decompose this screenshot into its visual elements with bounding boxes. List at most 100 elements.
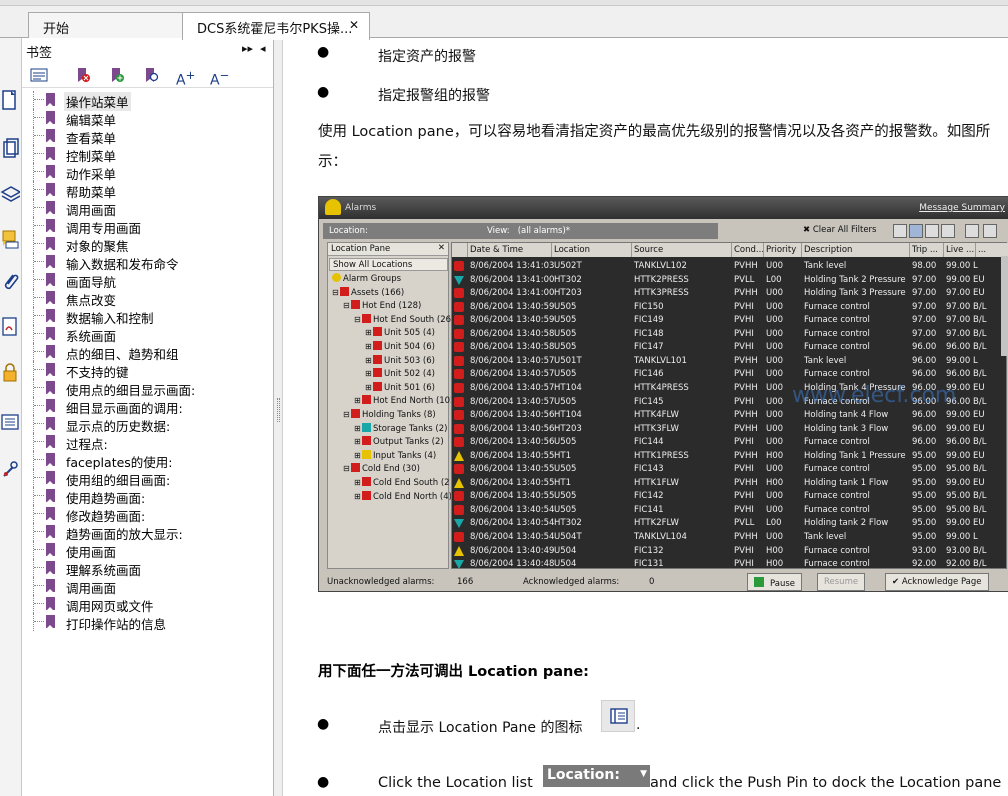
bookmark-item[interactable]: 控制菜单 — [22, 145, 274, 164]
add-bookmark-icon[interactable] — [108, 66, 126, 84]
lock-icon[interactable] — [0, 360, 20, 386]
bookmark-item[interactable]: 打印操作站的信息 — [22, 613, 274, 632]
alarm-cell: 93.00 B/L — [946, 545, 987, 556]
splitter-grip[interactable] — [277, 398, 280, 422]
tree-node: ⊞ Unit 504 (6) — [365, 341, 435, 353]
bookmark-item[interactable]: 理解系统画面 — [22, 559, 274, 578]
bookmark-item[interactable]: 编辑菜单 — [22, 109, 274, 128]
alarm-row: 8/06/2004 13:40:56 U505 FIC144 PVHI U00 Furna… — [452, 435, 1008, 449]
alarm-cell: 96.00 — [912, 437, 937, 448]
column-header: Cond... — [734, 245, 765, 255]
alarm-cell: HTTK1FLW — [634, 477, 679, 488]
bookmark-item[interactable]: 调用网页或文件 — [22, 595, 274, 614]
bell-icon — [325, 199, 341, 215]
tree-node-label: Cold End North (4) — [373, 491, 452, 502]
bookmark-item[interactable]: 动作采单 — [22, 163, 274, 182]
form-fields-icon[interactable] — [0, 410, 20, 436]
expander-icon: ⊞ — [354, 437, 361, 447]
alarm-cell: Holding tank 3 Flow — [804, 423, 889, 434]
bookmark-flag-icon — [46, 525, 55, 539]
alarm-cell: 98.00 — [912, 261, 937, 271]
bookmark-item[interactable]: 对象的聚焦 — [22, 235, 274, 254]
bookmark-item[interactable]: 使用趋势画面: — [22, 487, 274, 506]
tab-document[interactable]: DCS系统霍尼韦尔PKS操... ✕ — [182, 12, 370, 40]
alarm-row: 8/06/2004 13:41:00 HT302 HTTK2PRESS PVLL L00… — [452, 273, 1008, 287]
pages-icon[interactable] — [0, 136, 20, 162]
bookmark-item[interactable]: 不支持的键 — [22, 361, 274, 380]
alarm-cell: FIC148 — [634, 328, 664, 339]
bookmark-item[interactable]: faceplates的使用: — [22, 451, 274, 470]
page-thumbnail-icon[interactable] — [0, 88, 20, 114]
scrollbar-thumb[interactable] — [1001, 256, 1008, 356]
bookmarks-header: 书签 ▸▸ ◂ — [22, 38, 273, 62]
delete-bookmark-icon[interactable] — [74, 66, 92, 84]
expand-panel-icon[interactable]: ▸▸ — [242, 42, 253, 55]
tab-start[interactable]: 开始 — [28, 12, 188, 39]
bookmark-item[interactable]: 使用画面 — [22, 541, 274, 560]
bookmark-item[interactable]: 输入数据和发布命令 — [22, 253, 274, 272]
bookmark-item[interactable]: 系统画面 — [22, 325, 274, 344]
bookmark-item[interactable]: 操作站菜单 — [22, 91, 274, 111]
close-tab-icon[interactable]: ✕ — [349, 18, 359, 32]
column-header: Location — [554, 245, 590, 255]
alarm-cell: Furnace control — [804, 369, 870, 380]
top-menu-strip — [0, 0, 1008, 6]
tools-icon[interactable] — [0, 456, 20, 482]
alarm-cell: Holding tank 4 Flow — [804, 410, 889, 421]
bookmark-item[interactable]: 数据输入和控制 — [22, 307, 274, 326]
panel-splitter[interactable] — [274, 38, 283, 796]
bookmark-item[interactable]: 使用组的细目画面: — [22, 469, 274, 488]
find-bookmark-icon[interactable] — [142, 66, 160, 84]
view-label: View: (all alarms)* — [487, 226, 571, 236]
alarm-cell: 97.00 — [912, 328, 937, 339]
expander-icon: ⊞ — [365, 355, 372, 365]
tree-node: ⊟ Holding Tanks (8) — [343, 409, 436, 421]
bookmark-item[interactable]: 调用画面 — [22, 577, 274, 596]
shrink-text-icon[interactable]: A− — [210, 66, 229, 89]
alarm-cell: 8/06/2004 13:40:57 — [470, 369, 555, 380]
alarm-state-icon — [362, 490, 371, 500]
alarm-cell: U00 — [766, 342, 784, 353]
bookmark-item[interactable]: 显示点的历史数据: — [22, 415, 274, 434]
enlarge-text-icon[interactable]: A+ — [176, 66, 195, 89]
tree-node-label: Unit 502 (4) — [384, 369, 435, 380]
alarm-cell: U505 — [554, 342, 577, 353]
layers-icon[interactable] — [0, 180, 20, 206]
bookmark-item[interactable]: 帮助菜单 — [22, 181, 274, 200]
expander-icon: ⊞ — [354, 423, 361, 433]
alarm-cell: HT1 — [554, 450, 571, 461]
vertical-scrollbar[interactable] — [1001, 56, 1008, 736]
bookmark-item[interactable]: 趋势画面的放大显示: — [22, 523, 274, 542]
alarm-cell: PVHI — [734, 545, 754, 556]
attachment-icon[interactable] — [0, 270, 20, 296]
bookmark-item[interactable]: 查看菜单 — [22, 127, 274, 146]
bookmark-item[interactable]: 调用专用画面 — [22, 217, 274, 236]
alarm-cell: 95.00 B/L — [946, 464, 987, 475]
bookmark-options-icon[interactable] — [30, 66, 48, 84]
bookmark-item[interactable]: 画面导航 — [22, 271, 274, 290]
alarm-cell: U505 — [554, 328, 577, 339]
clear-filters-label: ✖ Clear All Filters — [803, 225, 877, 235]
bookmark-item[interactable]: 焦点改变 — [22, 289, 274, 308]
comments-icon[interactable] — [0, 226, 20, 252]
expander-icon: ⊞ — [365, 382, 372, 392]
alarm-cell: 97.00 — [912, 288, 937, 299]
alarm-urgent-icon — [454, 491, 464, 502]
bookmark-item[interactable]: 点的细目、趋势和组 — [22, 343, 274, 362]
alarm-urgent-icon — [454, 301, 464, 312]
bookmark-item[interactable]: 调用画面 — [22, 199, 274, 218]
alarm-cell: PVHH — [734, 288, 758, 299]
alarm-state-icon — [362, 313, 371, 323]
collapse-panel-icon[interactable]: ◂ — [260, 42, 266, 55]
bookmark-item[interactable]: 细目显示画面的调用: — [22, 397, 274, 416]
document-view[interactable]: ● 指定资产的报警 ● 指定报警组的报警 使用 Location pane，可以… — [283, 38, 1008, 796]
bookmark-item[interactable]: 使用点的细目显示画面: — [22, 379, 274, 398]
alarm-cell: HTTK1PRESS — [634, 450, 689, 461]
alarm-cell: 8/06/2004 13:40:56 — [470, 437, 555, 448]
signature-icon[interactable] — [0, 314, 20, 340]
tree-node-label: Hot End North (102 — [373, 396, 456, 407]
alarm-cell: 92.00 B/L — [946, 559, 987, 570]
bookmark-item[interactable]: 修改趋势画面: — [22, 505, 274, 524]
bookmark-item[interactable]: 过程点: — [22, 433, 274, 452]
watermark: www.elecf.com — [792, 383, 957, 408]
